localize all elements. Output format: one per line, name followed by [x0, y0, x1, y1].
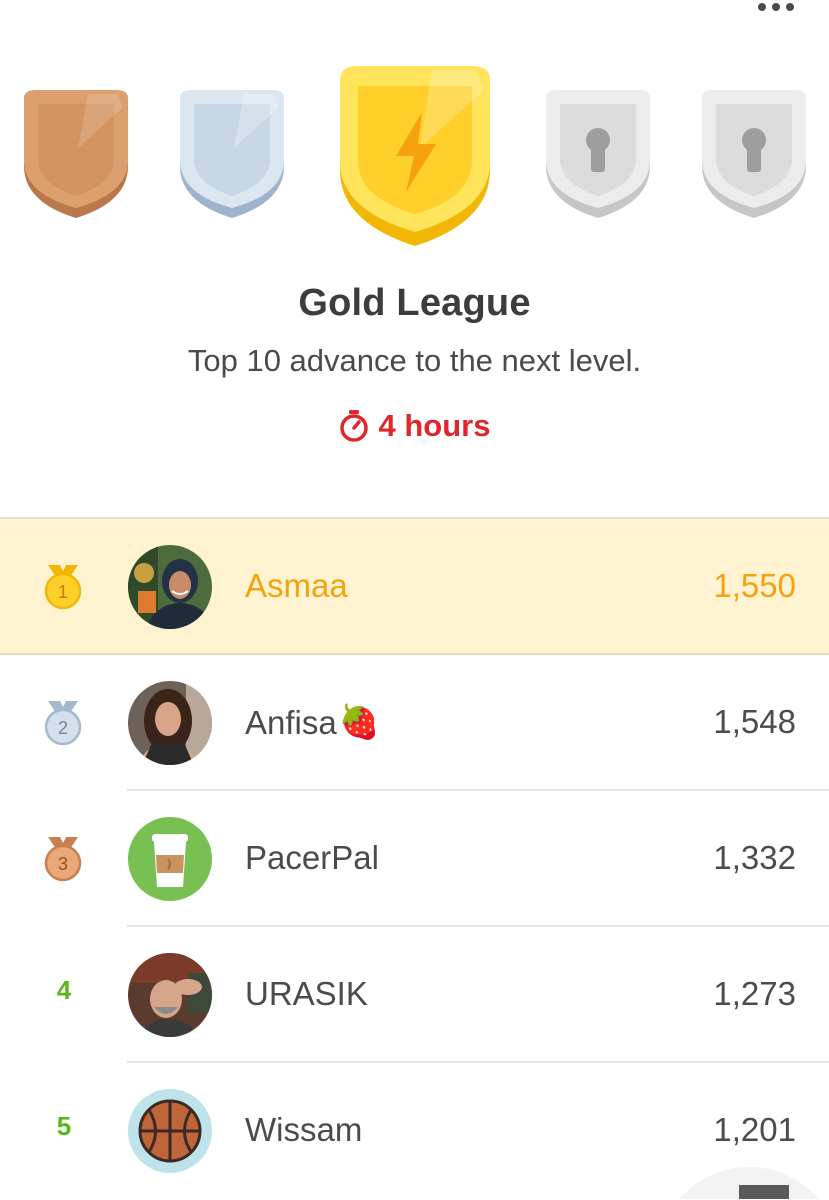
silver-league-badge[interactable] — [174, 88, 290, 222]
time-left-text: 4 hours — [378, 408, 491, 443]
shield-icon — [180, 90, 284, 218]
xp-value: 1,332 — [713, 839, 796, 876]
rank-number: 4 — [56, 975, 72, 1005]
bronze-medal-icon: 3 — [40, 837, 86, 883]
user-name-text: Asmaa — [245, 567, 348, 604]
strawberry-icon: 🍓 — [338, 703, 380, 740]
silver-medal-icon: 2 — [40, 701, 86, 747]
gold-league-badge[interactable] — [336, 64, 494, 250]
gold-medal-icon: 1 — [40, 565, 86, 611]
leaderboard-row-3[interactable]: 3 PacerPal 1,332 — [0, 791, 829, 927]
user-name-text: URASIK — [245, 975, 368, 1012]
bronze-league-badge[interactable] — [18, 88, 134, 222]
league-timer: 4 hours — [0, 408, 829, 444]
locked-league-badge[interactable] — [696, 88, 812, 222]
xp-value: 1,550 — [713, 567, 796, 604]
leaderboard-row-4[interactable]: 4 URASIK 1,273 — [0, 927, 829, 1063]
avatar[interactable] — [128, 953, 212, 1037]
user-name-text: PacerPal — [245, 839, 379, 876]
user-name: Anfisa 🍓 — [245, 703, 380, 742]
rank-number: 3 — [58, 854, 68, 874]
leaderboard-row-1[interactable]: 1 Asmaa 1,550 — [0, 519, 829, 655]
league-badges — [0, 0, 829, 260]
keyhole-lock-icon — [702, 90, 806, 218]
avatar[interactable] — [128, 545, 212, 629]
xp-value: 1,201 — [713, 1111, 796, 1148]
shield-icon — [24, 90, 128, 218]
avatar[interactable] — [128, 681, 212, 765]
lightning-bolt-icon — [340, 66, 490, 246]
xp-value: 1,273 — [713, 975, 796, 1012]
partial-overlay-shape — [679, 1167, 819, 1199]
coffee-cup-avatar[interactable] — [128, 817, 212, 901]
leaderboard-list: 1 Asmaa 1,550 2 Anfisa 🍓 1,548 3 PacerPa… — [0, 519, 829, 1199]
locked-league-badge[interactable] — [540, 88, 656, 222]
leaderboard-row-5[interactable]: 5 Wissam 1,201 — [0, 1063, 829, 1199]
user-name-text: Wissam — [245, 1111, 363, 1148]
xp-value: 1,548 — [713, 703, 796, 740]
user-name: PacerPal — [245, 839, 379, 877]
user-name: Wissam — [245, 1111, 362, 1149]
rank-number: 2 — [58, 718, 68, 738]
user-name: URASIK — [245, 975, 368, 1013]
rank-number: 1 — [58, 582, 68, 602]
keyhole-lock-icon — [546, 90, 650, 218]
user-name: Asmaa — [245, 567, 348, 605]
leaderboard-row-2[interactable]: 2 Anfisa 🍓 1,548 — [0, 655, 829, 791]
league-subtitle: Top 10 advance to the next level. — [187, 343, 642, 378]
stopwatch-icon — [339, 410, 368, 442]
league-title: Gold League — [298, 282, 531, 324]
user-name-text: Anfisa — [245, 703, 337, 741]
rank-number: 5 — [56, 1111, 72, 1141]
leaderboard-screen: Gold League Top 10 advance to the next l… — [0, 0, 829, 1200]
basketball-avatar[interactable] — [128, 1089, 212, 1173]
